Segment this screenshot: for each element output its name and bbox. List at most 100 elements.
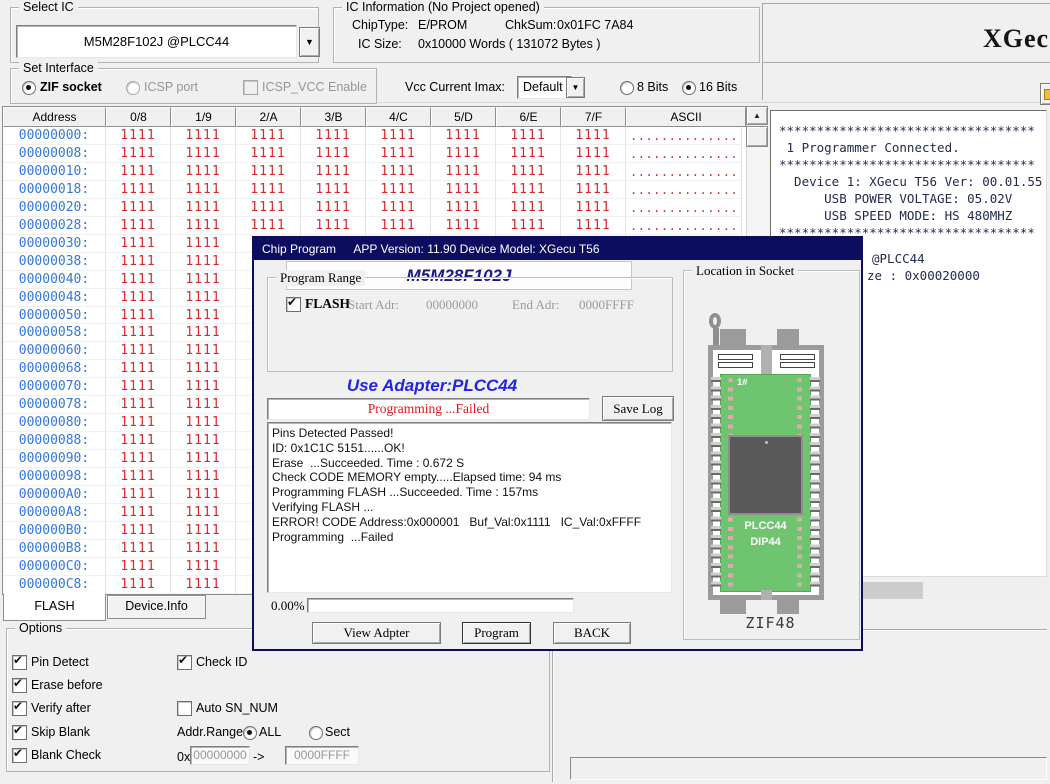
addr-range-all-radio[interactable] [243,726,257,740]
auto-sn-label: Auto SN_NUM [196,701,278,715]
hex-cell: 1111 [106,253,171,271]
dialog-title-bar[interactable]: Chip Program APP Version: 11.90 Device M… [254,238,861,260]
hex-cell: 1111 [561,163,626,181]
address-cell: 00000078: [3,396,106,414]
save-log-button[interactable]: Save Log [602,396,674,421]
hex-cell: 1111 [236,163,301,181]
addr-range-sect-radio[interactable] [309,726,323,740]
bits8-radio[interactable] [620,81,634,95]
hex-cell: 1111 [106,432,171,450]
socket-caption: ZIF48 [683,614,858,632]
address-cell: 000000C8: [3,576,106,594]
column-header: 6/E [496,107,561,127]
back-button[interactable]: BACK [553,622,631,644]
icsp-vcc-checkbox[interactable] [243,80,258,95]
hex-cell: 1111 [106,342,171,360]
icsp-port-radio[interactable] [126,81,140,95]
socket-slot [780,354,815,360]
program-button[interactable]: Program [462,622,531,644]
column-header: 5/D [431,107,496,127]
socket-lever-icon [709,313,721,329]
hex-cell: 1111 [301,181,366,199]
zif-socket-radio[interactable] [22,81,36,95]
tab-flash[interactable]: FLASH [3,593,106,621]
table-header-row: Address 0/8 1/9 2/A 3/B 4/C 5/D 6/E 7/F … [3,107,746,127]
ic-select-dropdown-button[interactable]: ▼ [299,27,320,57]
socket-slot [718,354,753,360]
socket-divider [761,590,772,600]
bits16-radio[interactable] [682,81,696,95]
erase-before-checkbox[interactable]: ✔ [12,678,27,693]
column-header: ASCII [626,107,746,127]
chevron-down-icon: ▼ [305,37,314,47]
tab-device-info[interactable]: Device.Info [107,595,206,619]
address-cell: 00000060: [3,342,106,360]
hex-cell: 1111 [366,145,431,163]
divider [553,629,554,782]
hex-cell: 1111 [171,324,236,342]
ic-select-combobox[interactable]: M5M28F102J @PLCC44 [16,25,297,58]
hex-cell: 1111 [171,378,236,396]
dialog-progressbar [307,598,574,613]
column-header: 7/F [561,107,626,127]
chip-pin1-dot [765,441,768,444]
scrollbar-thumb[interactable] [746,126,768,147]
hex-cell: 1111 [106,271,171,289]
socket-slot [780,362,815,368]
hex-cell: 1111 [171,522,236,540]
hex-cell: 1111 [496,199,561,217]
check-icon: ✔ [13,723,23,737]
auto-sn-checkbox[interactable] [177,701,192,716]
hex-cell: 1111 [171,540,236,558]
ic-info-title: IC Information (No Project opened) [342,0,544,14]
hex-cell: 1111 [366,163,431,181]
address-cell: 00000048: [3,289,106,307]
clipped-toolbar-button[interactable] [1040,83,1050,105]
scrollbar-up-button[interactable]: ▲ [746,106,768,125]
chksum-label: ChkSum: [505,18,556,32]
hex-cell: 1111 [236,181,301,199]
hex-cell: 1111 [106,127,171,145]
range-to-input[interactable]: 0000FFFF [285,746,359,765]
column-header: 1/9 [171,107,236,127]
hex-cell: 1111 [496,217,561,235]
hex-cell: 1111 [561,199,626,217]
hex-cell: 1111 [171,360,236,378]
board-label-1: PLCC44 [720,520,811,532]
table-row: 00000008:1111111111111111111111111111111… [3,145,746,163]
ascii-cell: ................ [626,217,742,235]
socket-tab [777,329,799,345]
address-cell: 000000B8: [3,540,106,558]
column-header: 3/B [301,107,366,127]
chksum-value: 0x01FC 7A84 [557,18,633,32]
range-from-input[interactable]: 00000000 [190,746,250,765]
hex-cell: 1111 [106,217,171,235]
blank-check-checkbox[interactable]: ✔ [12,748,27,763]
hex-cell: 1111 [171,217,236,235]
erase-before-label: Erase before [31,678,103,692]
address-cell: 00000050: [3,307,106,325]
hex-cell: 1111 [561,217,626,235]
vcc-imax-dropdown-button[interactable]: ▼ [566,77,585,98]
hex-cell: 1111 [106,289,171,307]
vcc-imax-label: Vcc Current Imax: [405,80,505,94]
hex-cell: 1111 [171,253,236,271]
skip-blank-checkbox[interactable]: ✔ [12,725,27,740]
ic-info-group: IC Information (No Project opened) [333,7,760,63]
verify-after-checkbox[interactable]: ✔ [12,701,27,716]
triangle-up-icon: ▲ [753,111,761,120]
socket-slot [718,362,753,368]
ascii-cell: ................ [626,163,742,181]
start-adr-value: 00000000 [426,297,478,313]
ascii-cell: ................ [626,181,742,199]
check-id-checkbox[interactable]: ✔ [177,655,192,670]
hex-cell: 1111 [496,145,561,163]
view-adapter-button[interactable]: View Adpter [312,622,441,644]
hex-cell: 1111 [171,396,236,414]
flash-range-checkbox[interactable]: ✔ [286,297,301,312]
vcc-imax-select[interactable]: Default [517,76,572,99]
socket-tab [720,600,746,614]
adapter-note: Use Adapter:PLCC44 [302,376,562,396]
pin-detect-checkbox[interactable]: ✔ [12,655,27,670]
hex-cell: 1111 [171,450,236,468]
